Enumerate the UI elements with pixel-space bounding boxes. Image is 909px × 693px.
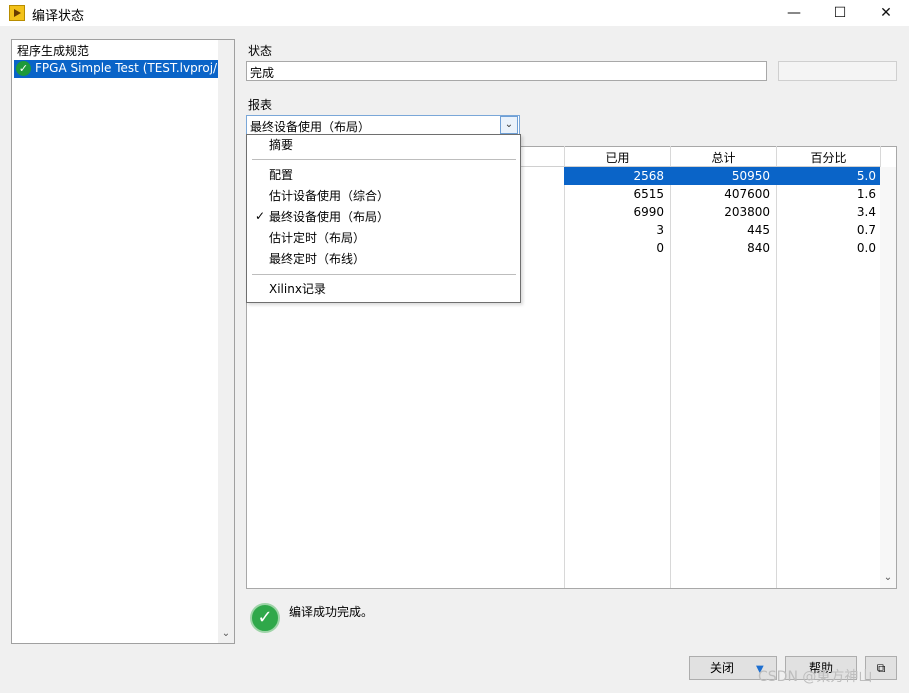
minimize-button[interactable]: — — [771, 0, 817, 26]
cell-used: 6990 — [633, 205, 664, 219]
status-indicator — [778, 61, 897, 81]
success-check-icon: ✓ — [250, 603, 280, 633]
status-value: 完成 — [250, 66, 275, 80]
menu-item-config[interactable]: 配置 — [269, 166, 293, 184]
chevron-down-icon[interactable]: ⌄ — [500, 116, 518, 134]
menu-item-estimated-usage[interactable]: 估计设备使用（综合） — [269, 187, 389, 205]
close-window-button[interactable]: ✕ — [863, 0, 909, 26]
cell-percent: 5.0 — [856, 169, 876, 183]
cell-used: 3 — [656, 223, 664, 237]
cell-percent: 0.7 — [856, 223, 876, 237]
build-spec-list[interactable] — [11, 39, 235, 644]
cell-used: 6515 — [633, 187, 664, 201]
cell-used: 2568 — [633, 169, 664, 183]
menu-separator — [252, 159, 516, 160]
column-header-used[interactable]: 已用 — [565, 149, 670, 166]
labview-app-icon — [9, 5, 25, 21]
left-scrollbar[interactable] — [218, 40, 234, 643]
status-label: 状态 — [248, 44, 273, 58]
build-spec-list-header: 程序生成规范 — [17, 44, 90, 58]
watermark: CSDN @東方神山 — [758, 669, 873, 685]
build-success-message: 编译成功完成。 — [289, 605, 374, 619]
scroll-down-arrow-icon[interactable]: ⌄ — [218, 628, 234, 639]
column-divider — [670, 146, 671, 588]
table-scrollbar[interactable] — [880, 167, 896, 588]
maximize-button[interactable]: ☐ — [817, 0, 863, 26]
checkmark-icon: ✓ — [255, 209, 266, 223]
column-divider — [776, 146, 777, 588]
check-circle-icon: ✓ — [16, 61, 31, 76]
column-header-percent[interactable]: 百分比 — [777, 149, 880, 166]
scroll-down-arrow-icon[interactable]: ⌄ — [880, 572, 896, 583]
window-layout-icon: ⧉ — [876, 661, 886, 675]
cell-total: 203800 — [724, 205, 770, 219]
cell-total: 840 — [747, 241, 770, 255]
cell-percent: 0.0 — [856, 241, 876, 255]
menu-item-xilinx-log[interactable]: Xilinx记录 — [269, 280, 326, 298]
status-field: 完成 — [246, 61, 767, 81]
report-selected-value: 最终设备使用（布局） — [250, 120, 371, 134]
menu-separator — [252, 274, 516, 275]
window-title: 编译状态 — [32, 9, 85, 24]
cell-total: 407600 — [724, 187, 770, 201]
cell-used: 0 — [656, 241, 664, 255]
cell-total: 50950 — [731, 169, 770, 183]
cell-total: 445 — [747, 223, 770, 237]
cell-percent: 3.4 — [856, 205, 876, 219]
menu-item-final-timing[interactable]: 最终定时（布线） — [269, 250, 365, 268]
column-header-total[interactable]: 总计 — [671, 149, 776, 166]
report-label: 报表 — [248, 98, 273, 112]
build-spec-item[interactable]: ✓ FPGA Simple Test (TEST.lvproj/F — [14, 60, 218, 78]
menu-item-estimated-timing[interactable]: 估计定时（布局） — [269, 229, 365, 247]
menu-item-summary[interactable]: 摘要 — [269, 136, 293, 154]
column-divider — [564, 146, 565, 588]
report-select[interactable]: 最终设备使用（布局） — [246, 115, 520, 135]
cell-percent: 1.6 — [856, 187, 876, 201]
menu-item-final-usage[interactable]: 最终设备使用（布局） — [269, 208, 389, 226]
close-button-label: 关闭 — [710, 661, 735, 675]
build-spec-item-label: FPGA Simple Test (TEST.lvproj/F — [35, 61, 218, 75]
